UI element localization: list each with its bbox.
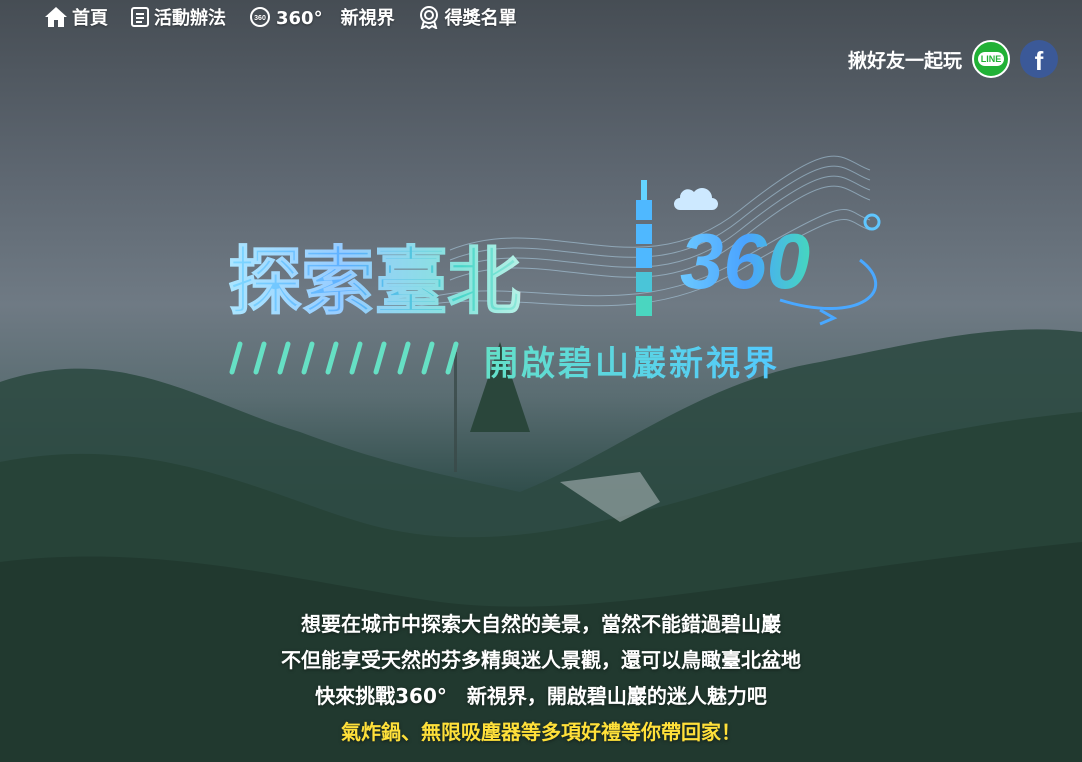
share-label: 揪好友一起玩 (847, 49, 962, 72)
intro-line: 想要在城市中探索大自然的美景，當然不能錯過碧山巖 (301, 612, 781, 636)
nav-item-winners[interactable]: 得獎名單 (417, 4, 517, 30)
nav-item-label: 首頁 (72, 8, 108, 29)
logo-title: 探索臺北 (228, 222, 522, 329)
svg-text:360: 360 (254, 15, 266, 22)
nav-item-label: 得獎名單 (444, 8, 517, 29)
facebook-share-button[interactable]: f (1020, 40, 1058, 78)
intro-line: 不但能享受天然的芬多精與迷人景觀，還可以鳥瞰臺北盆地 (281, 648, 801, 672)
document-icon (131, 7, 149, 27)
line-icon: LINE (977, 52, 1005, 66)
award-icon (419, 6, 438, 29)
taipei-101-icon (636, 180, 652, 316)
line-share-button[interactable]: LINE (972, 40, 1010, 78)
nav-item-label: 360° 新視界 (276, 8, 395, 29)
campaign-logo: 探索臺北 360 開啟碧山巖新視界 (220, 150, 900, 400)
share-bar: 揪好友一起玩 LINE f (848, 40, 1058, 78)
nav-item-home[interactable]: 首頁 (44, 4, 108, 30)
top-navigation: 首頁 活動辦法 360 360° 新視界 得獎名單 (44, 4, 517, 30)
intro-line: 快來挑戰360° 新視界，開啟碧山巖的迷人魅力吧 (315, 684, 767, 708)
nav-item-360[interactable]: 360 360° 新視界 (248, 4, 395, 30)
logo-subtitle: 開啟碧山巖新視界 (484, 336, 780, 385)
slash-stripes-decoration (229, 341, 459, 375)
facebook-icon: f (1034, 45, 1044, 76)
intro-copy: 想要在城市中探索大自然的美景，當然不能錯過碧山巖 不但能享受天然的芬多精與迷人景… (0, 606, 1082, 750)
nav-item-rules[interactable]: 活動辦法 (130, 4, 226, 30)
cloud-icon (674, 188, 718, 210)
360-icon: 360 (250, 7, 270, 27)
prize-highlight: 氣炸鍋、無限吸塵器等多項好禮等你帶回家！ (341, 720, 741, 744)
home-icon (45, 7, 67, 27)
logo-number: 360 (680, 217, 811, 305)
degree-circle (863, 213, 881, 231)
nav-item-label: 活動辦法 (154, 8, 226, 29)
